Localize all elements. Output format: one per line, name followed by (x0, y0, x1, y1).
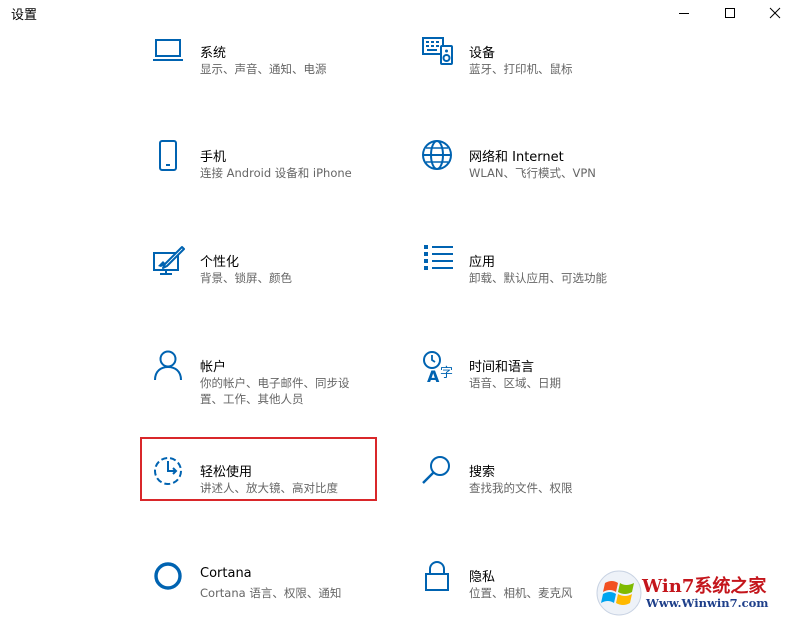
tile-title: 帐户 (200, 360, 227, 375)
watermark: Win7系统之家 Www.Winwin7.com (594, 566, 792, 619)
tile-description: Cortana 语言、权限、通知 (200, 586, 342, 600)
personalization-icon (153, 246, 185, 275)
tile-title: 个性化 (200, 255, 240, 270)
tile-description: 显示、声音、通知、电源 (200, 62, 327, 76)
laptop-icon (153, 39, 183, 61)
maximize-icon (725, 8, 735, 18)
tile-search[interactable]: 搜索 查找我的文件、权限 (421, 455, 661, 519)
tile-description: 语音、区域、日期 (469, 376, 561, 390)
apps-list-icon (424, 245, 453, 270)
minimize-button[interactable] (661, 0, 707, 26)
highlight-box (140, 437, 377, 501)
watermark-url: Www.Winwin7.com (646, 596, 769, 610)
person-icon (154, 350, 182, 381)
window-title: 设置 (11, 8, 38, 23)
tile-phone[interactable]: 手机 连接 Android 设备和 iPhone (152, 140, 392, 204)
tile-description: 查找我的文件、权限 (469, 481, 573, 495)
tile-accounts[interactable]: 帐户 你的帐户、电子邮件、同步设置、工作、其他人员 (152, 350, 392, 414)
tile-description: 连接 Android 设备和 iPhone (200, 166, 352, 180)
title-bar: 设置 (0, 0, 792, 26)
tile-system[interactable]: 系统 显示、声音、通知、电源 (152, 36, 392, 100)
close-icon (769, 7, 781, 19)
windows-logo-icon (596, 570, 642, 616)
tile-title: 系统 (200, 46, 227, 61)
tile-title: 设备 (469, 46, 496, 61)
tile-title: 搜索 (469, 465, 496, 480)
minimize-icon (679, 13, 689, 14)
tile-time-language[interactable]: A 字 时间和语言 语音、区域、日期 (421, 350, 661, 414)
tile-title: 隐私 (469, 570, 496, 585)
tile-description: 你的帐户、电子邮件、同步设置、工作、其他人员 (200, 376, 350, 406)
devices-icon (422, 37, 453, 65)
tile-personalization[interactable]: 个性化 背景、锁屏、颜色 (152, 245, 392, 309)
close-button[interactable] (752, 0, 792, 26)
tile-title: 网络和 Internet (469, 150, 564, 165)
search-icon (422, 456, 450, 484)
tile-cortana[interactable]: Cortana Cortana 语言、权限、通知 (152, 560, 392, 624)
cortana-icon (154, 562, 182, 590)
time-language-icon: A 字 (423, 351, 453, 386)
tile-title: 手机 (200, 150, 227, 165)
watermark-brand: Win7系统之家 (642, 576, 767, 597)
tile-description: 卸载、默认应用、可选功能 (469, 271, 607, 285)
svg-text:A: A (427, 367, 440, 386)
maximize-button[interactable] (707, 0, 753, 26)
tile-description: 背景、锁屏、颜色 (200, 271, 292, 285)
lock-icon (425, 561, 449, 591)
tile-apps[interactable]: 应用 卸载、默认应用、可选功能 (421, 245, 661, 309)
tile-description: 蓝牙、打印机、鼠标 (469, 62, 573, 76)
tile-title: Cortana (200, 566, 252, 581)
svg-text:字: 字 (440, 366, 453, 381)
tile-devices[interactable]: 设备 蓝牙、打印机、鼠标 (421, 36, 661, 100)
tile-description: WLAN、飞行模式、VPN (469, 166, 596, 180)
tile-title: 时间和语言 (469, 360, 535, 375)
tile-network[interactable]: 网络和 Internet WLAN、飞行模式、VPN (421, 140, 661, 204)
globe-icon (422, 140, 452, 170)
tile-title: 应用 (469, 255, 496, 270)
phone-icon (159, 140, 177, 171)
